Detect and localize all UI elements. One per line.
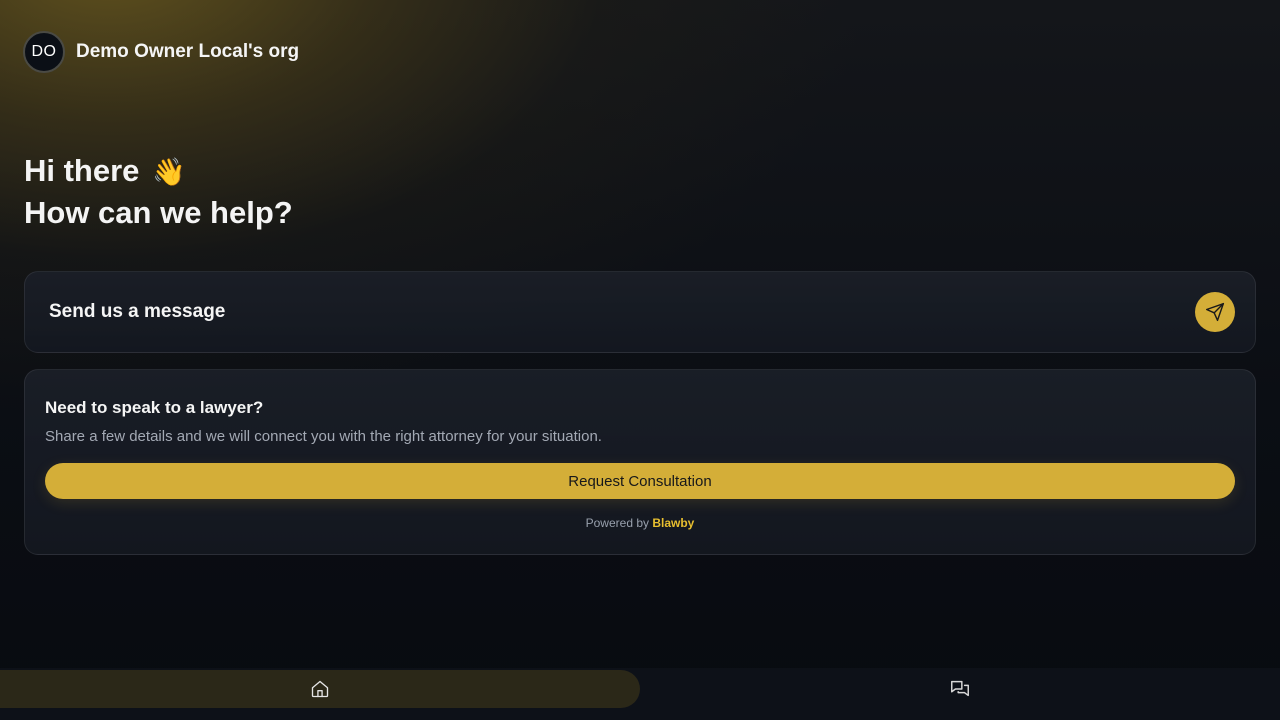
nav-home-tab[interactable] (0, 670, 640, 708)
chat-icon (951, 680, 969, 697)
send-message-label: Send us a message (49, 301, 226, 322)
powered-by-prefix: Powered by (585, 516, 649, 530)
consultation-card: Need to speak to a lawyer? Share a few d… (24, 369, 1256, 555)
bottom-nav (0, 668, 1280, 720)
send-message-card[interactable]: Send us a message (24, 271, 1256, 353)
greeting-text: Hi there (24, 153, 140, 188)
wave-icon: 👋 (152, 157, 186, 187)
powered-by: Powered by Blawby (45, 516, 1235, 530)
send-button[interactable] (1195, 292, 1235, 332)
send-icon (1205, 302, 1225, 322)
consultation-description: Share a few details and we will connect … (45, 428, 602, 445)
home-icon (311, 680, 329, 698)
greeting-line-1: Hi there 👋 (24, 150, 293, 192)
request-consultation-button[interactable]: Request Consultation (45, 463, 1235, 499)
org-header: DO Demo Owner Local's org (23, 31, 299, 73)
greeting: Hi there 👋 How can we help? (24, 150, 293, 234)
brand-link[interactable]: Blawby (652, 516, 694, 530)
greeting-line-2: How can we help? (24, 195, 293, 230)
consultation-title: Need to speak to a lawyer? (45, 398, 264, 417)
nav-messages-tab[interactable] (640, 670, 1280, 708)
avatar: DO (23, 31, 65, 73)
org-name: Demo Owner Local's org (76, 41, 300, 62)
